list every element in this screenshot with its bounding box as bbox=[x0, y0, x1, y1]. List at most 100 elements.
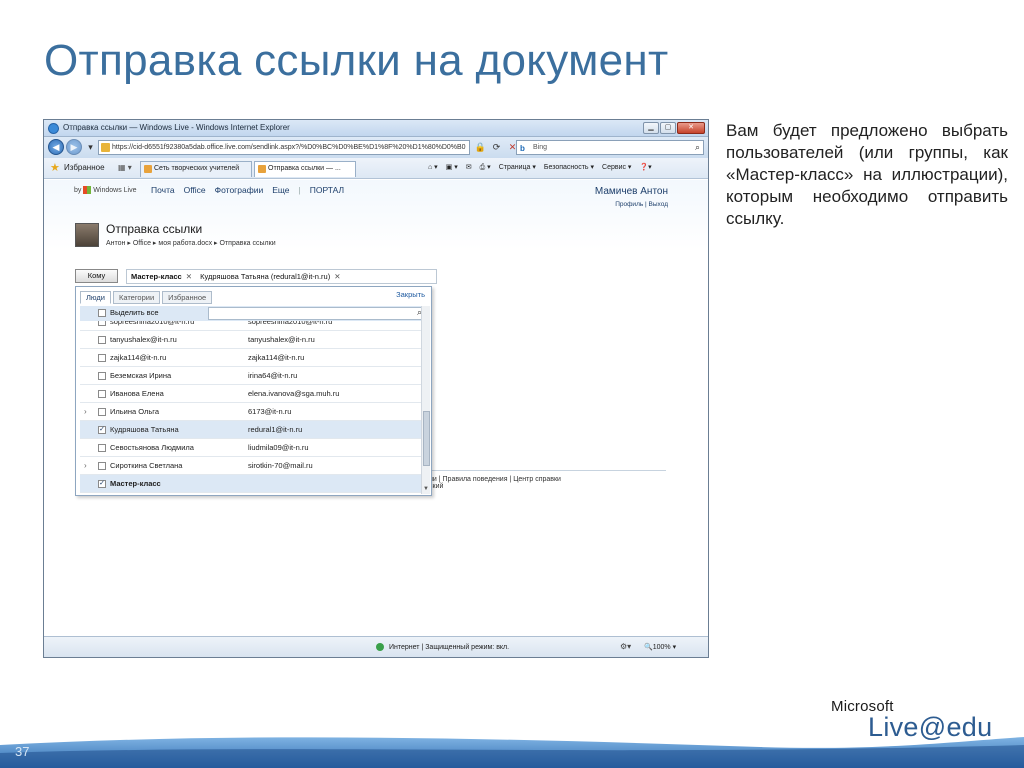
contact-row[interactable]: › Ильина Ольга 6173@it-n.ru bbox=[80, 403, 422, 421]
search-engine-name: Bing bbox=[533, 144, 548, 151]
refresh-icon[interactable]: ⟳ bbox=[490, 140, 503, 155]
web-page: by Windows Live Почта Office Фотографии … bbox=[44, 180, 708, 636]
contact-checkbox[interactable] bbox=[98, 321, 106, 326]
contact-row[interactable]: Беземская Ирина irina64@it-n.ru bbox=[80, 367, 422, 385]
status-bar: Интернет | Защищенный режим: вкл. ⚙▾ 🔍10… bbox=[44, 636, 708, 657]
maximize-button[interactable]: ▢ bbox=[660, 122, 676, 134]
page-title: Отправка ссылки bbox=[106, 222, 203, 236]
contact-checkbox[interactable] bbox=[98, 372, 106, 380]
contact-row[interactable]: sopreeshina2010@it-n.ru sopreeshina2010@i… bbox=[80, 321, 422, 331]
contact-checkbox[interactable] bbox=[98, 444, 106, 452]
contact-row[interactable]: Севостьянова Людмила liudmila09@it-n.ru bbox=[80, 439, 422, 457]
tab-label: Отправка ссылки — ... bbox=[268, 165, 341, 172]
contact-row[interactable]: ✓ Кудряшова Татьяна redural1@it-n.ru bbox=[80, 421, 422, 439]
nav-more[interactable]: Еще bbox=[272, 185, 289, 195]
to-button[interactable]: Кому bbox=[75, 269, 118, 283]
browser-tab-2[interactable]: Отправка ссылки — ... bbox=[254, 161, 356, 177]
url-text: https://cid-d6551f92380a5dab.office.live… bbox=[112, 144, 466, 151]
windows-live-logo[interactable]: by Windows Live bbox=[74, 186, 136, 194]
contact-email: elena.ivanova@sga.muh.ru bbox=[248, 389, 340, 398]
contact-row[interactable]: zajka114@it-n.ru zajka114@it-n.ru bbox=[80, 349, 422, 367]
contact-email: zajka114@it-n.ru bbox=[248, 353, 305, 362]
remove-recipient-icon[interactable]: ✕ bbox=[186, 272, 192, 281]
nav-portal[interactable]: ПОРТАЛ bbox=[310, 185, 344, 195]
tab-people[interactable]: Люди bbox=[80, 291, 111, 304]
expand-chevron-icon[interactable]: › bbox=[84, 407, 87, 416]
contact-checkbox[interactable] bbox=[98, 390, 106, 398]
scrollbar[interactable]: ▼ bbox=[421, 306, 430, 494]
dropdown-chevron-icon[interactable]: ▾ bbox=[84, 140, 97, 155]
select-all-checkbox[interactable] bbox=[98, 309, 106, 317]
favorites-button[interactable]: Избранное bbox=[64, 163, 105, 172]
top-nav: Почта Office Фотографии Еще | ПОРТАЛ bbox=[151, 185, 344, 195]
internet-zone-icon bbox=[376, 643, 384, 651]
close-picker-link[interactable]: Закрыть bbox=[396, 290, 425, 299]
favorites-star-icon[interactable]: ★ bbox=[50, 161, 60, 174]
contact-search-input[interactable]: ⌕ bbox=[208, 307, 426, 320]
contact-name: sopreeshina2010@it-n.ru bbox=[110, 321, 195, 326]
page-footer-links[interactable]: ии | Правила поведения | Центр справки с… bbox=[429, 476, 561, 490]
footer-links[interactable]: ии | Правила поведения | Центр справки bbox=[429, 476, 561, 483]
contact-picker: Люди Категории Избранное Закрыть Выделит… bbox=[75, 286, 432, 496]
nav-mail[interactable]: Почта bbox=[151, 185, 175, 195]
tools-menu[interactable]: Сервис ▾ bbox=[602, 163, 631, 172]
zoom-level[interactable]: 🔍100% ▾ bbox=[644, 643, 676, 651]
contact-checkbox[interactable] bbox=[98, 462, 106, 470]
quick-tabs-icon[interactable]: ▦ ▾ bbox=[118, 163, 132, 172]
status-zone: Интернет | Защищенный режим: вкл. bbox=[376, 643, 509, 651]
contact-row[interactable]: tanyushalex@it-n.ru tanyushalex@it-n.ru bbox=[80, 331, 422, 349]
search-input[interactable]: b Bing ⌕ bbox=[516, 140, 704, 155]
nav-photos[interactable]: Фотографии bbox=[215, 185, 264, 195]
minimize-button[interactable]: ▁ bbox=[643, 122, 659, 134]
contact-checkbox[interactable] bbox=[98, 336, 106, 344]
browser-screenshot: Отправка ссылки — Windows Live - Windows… bbox=[43, 119, 709, 658]
search-icon[interactable]: ⌕ bbox=[695, 141, 700, 154]
slide-number: 37 bbox=[15, 744, 30, 759]
home-icon[interactable]: ⌂ ▾ bbox=[428, 163, 438, 172]
footer-tail: ский bbox=[429, 483, 444, 490]
print-icon[interactable]: ⎙ ▾ bbox=[480, 163, 491, 172]
contact-list: sopreeshina2010@it-n.ru sopreeshina2010@i… bbox=[80, 321, 422, 493]
back-button[interactable]: ◀ bbox=[48, 139, 64, 155]
contact-row[interactable]: › Сироткина Светлана sirotkin-70@mail.ru bbox=[80, 457, 422, 475]
page-menu[interactable]: Страница ▾ bbox=[499, 163, 536, 172]
contact-row[interactable]: Иванова Елена elena.ivanova@sga.muh.ru bbox=[80, 385, 422, 403]
avatar bbox=[75, 223, 99, 247]
expand-chevron-icon[interactable]: › bbox=[84, 461, 87, 470]
contact-checkbox[interactable]: ✓ bbox=[98, 480, 106, 488]
help-icon[interactable]: ❓▾ bbox=[639, 163, 651, 172]
browser-tab-1[interactable]: Сеть творческих учителей bbox=[140, 161, 252, 177]
safety-menu[interactable]: Безопасность ▾ bbox=[544, 163, 594, 172]
ie-logo-icon bbox=[48, 123, 59, 134]
lock-icon[interactable]: 🔒 bbox=[474, 140, 487, 155]
group-row[interactable]: ✓ Мастер-класс bbox=[80, 475, 422, 493]
footer-wave bbox=[0, 737, 1024, 768]
slide-description: Вам будет предложено выбрать пользовател… bbox=[726, 121, 1008, 228]
remove-recipient-icon[interactable]: ✕ bbox=[334, 272, 340, 281]
contact-name: Беземская Ирина bbox=[110, 371, 172, 380]
url-input[interactable]: https://cid-d6551f92380a5dab.office.live… bbox=[98, 140, 470, 155]
feeds-icon[interactable]: ▣ ▾ bbox=[446, 163, 458, 172]
scroll-down-icon[interactable]: ▼ bbox=[422, 486, 430, 494]
nav-office[interactable]: Office bbox=[184, 185, 206, 195]
contact-name: Сироткина Светлана bbox=[110, 461, 183, 470]
close-window-button[interactable]: ✕ bbox=[677, 122, 705, 134]
scrollbar-thumb[interactable] bbox=[423, 411, 430, 466]
contact-email: sopreeshina2010@it-n.ru bbox=[248, 321, 333, 326]
user-links[interactable]: Профиль | Выход bbox=[615, 201, 668, 208]
nav-separator: | bbox=[298, 185, 301, 195]
user-name[interactable]: Мамичев Антон bbox=[595, 186, 668, 197]
forward-button[interactable]: ▶ bbox=[66, 139, 82, 155]
contact-checkbox[interactable]: ✓ bbox=[98, 426, 106, 434]
protected-mode-icon[interactable]: ⚙▾ bbox=[620, 642, 631, 651]
contact-checkbox[interactable] bbox=[98, 408, 106, 416]
contact-name: tanyushalex@it-n.ru bbox=[110, 335, 177, 344]
tab-categories[interactable]: Категории bbox=[112, 291, 161, 304]
contact-checkbox[interactable] bbox=[98, 354, 106, 362]
breadcrumb[interactable]: Антон ▸ Office ▸ моя работа.docx ▸ Отпра… bbox=[106, 239, 276, 247]
tab-favorites[interactable]: Избранное bbox=[162, 291, 213, 304]
contact-email: redural1@it-n.ru bbox=[248, 425, 303, 434]
recipients-field[interactable]: Мастер-класс ✕ Кудряшова Татьяна (redural… bbox=[126, 269, 437, 284]
contact-email: 6173@it-n.ru bbox=[248, 407, 292, 416]
mail-icon[interactable]: ✉ bbox=[466, 163, 472, 172]
